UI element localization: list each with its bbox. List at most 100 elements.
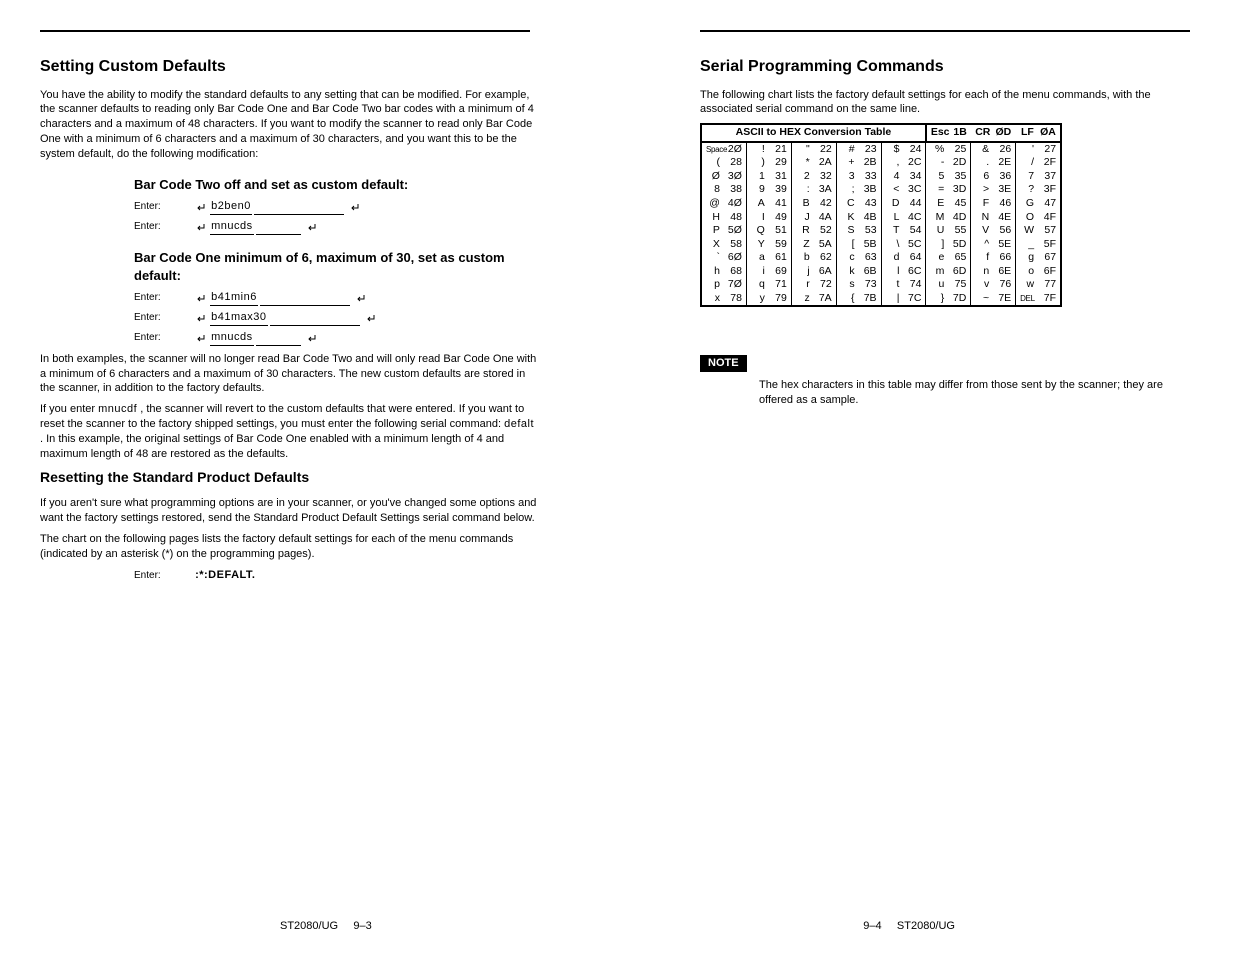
- hex-cell: e65: [926, 251, 971, 265]
- hex-cell: 333: [836, 170, 881, 184]
- paragraph: The following chart lists the factory de…: [700, 88, 1200, 118]
- paragraph: If you enter mnucdf , the scanner will r…: [40, 402, 540, 461]
- enter-label: Enter:: [134, 291, 192, 305]
- hex-cell: L4C: [881, 211, 926, 225]
- hex-cell: B42: [791, 197, 836, 211]
- hex-cell: ;3B: [836, 183, 881, 197]
- enter-icon: [350, 201, 360, 215]
- hex-cell: l6C: [881, 265, 926, 279]
- foot-page: 9–3: [353, 920, 371, 932]
- hex-cell: 535: [926, 170, 971, 184]
- hex-cell: P5Ø: [701, 224, 746, 238]
- enter-label: Enter:: [134, 220, 192, 234]
- hex-cell: -2D: [926, 156, 971, 170]
- cmd-text: mnucds: [210, 330, 254, 346]
- hex-cell: 939: [746, 183, 791, 197]
- divider: [700, 30, 1190, 32]
- hex-cell: ^5E: [971, 238, 1016, 252]
- hex-cell: k6B: [836, 265, 881, 279]
- hex-cell: K4B: [836, 211, 881, 225]
- hex-cell: E45: [926, 197, 971, 211]
- hex-cell: "22: [791, 142, 836, 157]
- enter-icon: [196, 292, 206, 306]
- hex-cell: a61: [746, 251, 791, 265]
- table-title: ASCII to HEX Conversion Table: [701, 124, 926, 142]
- command-line: Enter: b41max30: [134, 310, 540, 326]
- hex-cell: c63: [836, 251, 881, 265]
- hex-cell: o6F: [1016, 265, 1061, 279]
- hex-cell: i69: [746, 265, 791, 279]
- section-title: Serial Programming Commands: [700, 56, 1200, 78]
- paragraph: You have the ability to modify the stand…: [40, 88, 540, 162]
- command-line: Enter: b41min6: [134, 290, 540, 306]
- hex-cell: Y59: [746, 238, 791, 252]
- hex-cell: 838: [701, 183, 746, 197]
- hex-cell: @4Ø: [701, 197, 746, 211]
- hex-cell: (28: [701, 156, 746, 170]
- hex-extra: Esc1B: [926, 124, 971, 142]
- paragraph: If you aren't sure what programming opti…: [40, 496, 540, 526]
- command-line: Enter: mnucds: [134, 330, 540, 346]
- hex-cell: ~7E: [971, 292, 1016, 307]
- factory-command: Enter: :*:DEFALT.: [134, 568, 540, 583]
- hex-cell: [5B: [836, 238, 881, 252]
- hex-cell: Ø3Ø: [701, 170, 746, 184]
- enter-icon: [196, 201, 206, 215]
- hex-cell: _5F: [1016, 238, 1061, 252]
- footer-right: 9–4 ST2080/UG: [863, 919, 955, 934]
- hex-cell: z7A: [791, 292, 836, 307]
- hex-cell: m6D: [926, 265, 971, 279]
- hex-extra: LFØA: [1016, 124, 1061, 142]
- note-text: The hex characters in this table may dif…: [759, 378, 1200, 408]
- hex-cell: j6A: [791, 265, 836, 279]
- enter-label: Enter:: [134, 569, 192, 583]
- enter-label: Enter:: [134, 200, 192, 214]
- hex-cell: h68: [701, 265, 746, 279]
- enter-icon: [366, 312, 376, 326]
- ascii-hex-table: ASCII to HEX Conversion Table Esc1B CRØD…: [700, 123, 1062, 307]
- hex-cell: W57: [1016, 224, 1061, 238]
- hex-cell: !21: [746, 142, 791, 157]
- cmd-text: b41min6: [210, 290, 258, 306]
- enter-label: Enter:: [134, 311, 192, 325]
- hex-cell: S53: [836, 224, 881, 238]
- hex-cell: +2B: [836, 156, 881, 170]
- command-line: Enter: mnucds: [134, 219, 540, 235]
- left-column: Setting Custom Defaults You have the abi…: [40, 30, 540, 587]
- footer-left: ST2080/UG 9–3: [280, 919, 372, 934]
- hex-cell: $24: [881, 142, 926, 157]
- hex-cell: >3E: [971, 183, 1016, 197]
- hex-cell: b62: [791, 251, 836, 265]
- cmd-text: b41max30: [210, 310, 267, 326]
- enter-icon: [356, 292, 366, 306]
- hex-cell: 636: [971, 170, 1016, 184]
- hex-cell: #23: [836, 142, 881, 157]
- paragraph: The chart on the following pages lists t…: [40, 532, 540, 562]
- hex-cell: A41: [746, 197, 791, 211]
- command-line: Enter: b2ben0: [134, 199, 540, 215]
- hex-cell: Z5A: [791, 238, 836, 252]
- hex-cell: `6Ø: [701, 251, 746, 265]
- hex-cell: C43: [836, 197, 881, 211]
- hex-cell: |7C: [881, 292, 926, 307]
- box-heading: Bar Code One minimum of 6, maximum of 30…: [134, 249, 540, 284]
- hex-cell: F46: [971, 197, 1016, 211]
- cmd-text: mnucds: [210, 219, 254, 235]
- hex-extra: CRØD: [971, 124, 1016, 142]
- hex-cell: '27: [1016, 142, 1061, 157]
- hex-cell: /2F: [1016, 156, 1061, 170]
- foot-book: ST2080/UG: [897, 920, 955, 932]
- hex-cell: &26: [971, 142, 1016, 157]
- hex-cell: R52: [791, 224, 836, 238]
- hex-cell: v76: [971, 278, 1016, 292]
- inline-code: mnucdf: [98, 403, 137, 415]
- note-label: NOTE: [700, 355, 747, 372]
- box-heading: Bar Code Two off and set as custom defau…: [134, 176, 540, 194]
- text: If you enter: [40, 403, 98, 415]
- hex-cell: u75: [926, 278, 971, 292]
- hex-cell: Q51: [746, 224, 791, 238]
- hex-cell: 434: [881, 170, 926, 184]
- paragraph: In both examples, the scanner will no lo…: [40, 352, 540, 397]
- hex-cell: q71: [746, 278, 791, 292]
- hex-cell: n6E: [971, 265, 1016, 279]
